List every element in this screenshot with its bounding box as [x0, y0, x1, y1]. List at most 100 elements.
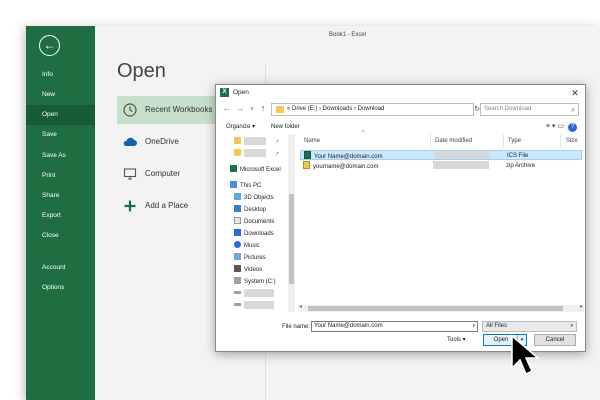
- column-header-size[interactable]: Size: [566, 134, 578, 148]
- tree-label: Documents: [244, 219, 275, 225]
- forward-arrow-icon[interactable]: →: [235, 103, 245, 113]
- view-options-icon[interactable]: ≡ ▾ ▭: [546, 123, 564, 130]
- close-icon[interactable]: ✕: [569, 86, 581, 101]
- dialog-titlebar: X Open ✕: [216, 85, 585, 100]
- nav-item-new[interactable]: New: [26, 85, 95, 105]
- view-options: ≡ ▾ ▭?: [546, 120, 577, 134]
- tools-menu[interactable]: Tools ▾: [447, 336, 466, 345]
- nav-item-options[interactable]: Options: [26, 278, 95, 298]
- place-recent-workbooks[interactable]: Recent Workbooks: [117, 96, 219, 124]
- nav-tree-item-pictures[interactable]: Pictures: [234, 252, 266, 264]
- place-label: Add a Place: [145, 201, 189, 210]
- help-icon[interactable]: ?: [568, 123, 577, 132]
- nav-tree-item-microsoft-excel[interactable]: Microsoft Excel: [230, 164, 281, 176]
- up-arrow-icon[interactable]: ↑: [258, 103, 268, 113]
- nav-item-share[interactable]: Share: [26, 186, 95, 206]
- tree-label: System (C:): [244, 279, 276, 285]
- file-type-filter[interactable]: All Files ▾: [482, 321, 577, 332]
- nav-tree-item-redacted[interactable]: [234, 300, 274, 312]
- column-header-type[interactable]: Type: [508, 134, 521, 148]
- file-name: yourname@domain.com: [313, 164, 379, 170]
- excel-icon: [230, 165, 237, 172]
- scroll-right-icon[interactable]: ▸: [580, 303, 583, 310]
- videos-icon: [234, 265, 241, 272]
- file-name-input[interactable]: Your Name@domain.com ▾: [311, 321, 478, 332]
- nav-item-save[interactable]: Save: [26, 125, 95, 145]
- tree-label: This PC: [240, 183, 262, 189]
- file-type: ICS File: [507, 153, 529, 159]
- pin-icon: ⭧: [275, 151, 279, 157]
- scrollbar-thumb[interactable]: [308, 306, 563, 311]
- address-row: ← → ∨ ↑ « Drive (E:) › Downloads › Downl…: [216, 102, 585, 118]
- mouse-cursor-icon: [511, 334, 541, 376]
- file-name-label: File name:: [282, 324, 311, 330]
- file-type: zip Archive: [506, 163, 536, 169]
- plus-icon: [124, 200, 136, 212]
- back-arrow-icon[interactable]: ←: [222, 103, 232, 113]
- nav-tree-item-downloads[interactable]: Downloads: [234, 228, 274, 240]
- pin-icon: ⭧: [275, 139, 279, 145]
- tree-label: Pictures: [244, 255, 266, 261]
- back-arrow-icon[interactable]: ←: [39, 35, 60, 56]
- file-list-scrollbar[interactable]: ◂ ▸: [298, 303, 584, 312]
- nav-tree-item-redacted[interactable]: [234, 288, 274, 300]
- nav-item-save-as[interactable]: Save As: [26, 146, 95, 166]
- search-box[interactable]: Search Download ⌕: [480, 103, 579, 116]
- organize-button[interactable]: Organize ▾: [226, 120, 255, 134]
- nav-item-open[interactable]: Open: [26, 105, 95, 125]
- open-file-dialog: X Open ✕ ← → ∨ ↑ « Drive (E:) › Download…: [215, 84, 586, 352]
- redacted-date: [434, 151, 490, 160]
- place-label: OneDrive: [145, 137, 179, 146]
- nav-tree-item-videos[interactable]: Videos: [234, 264, 262, 276]
- column-header-name[interactable]: Name: [304, 134, 320, 148]
- file-list: ^ Name Date modified Type Size Your Name…: [298, 130, 584, 310]
- tree-label: Downloads: [244, 231, 274, 237]
- ics-file-icon: [304, 151, 311, 159]
- clock-icon: [123, 103, 137, 117]
- recent-locations-chevron-icon[interactable]: ∨: [247, 105, 257, 112]
- nav-tree-item-redacted[interactable]: ⭧: [234, 136, 279, 148]
- nav-item-print[interactable]: Print: [26, 166, 95, 186]
- place-onedrive[interactable]: OneDrive: [117, 128, 219, 156]
- nav-tree-item-redacted[interactable]: ⭧: [234, 148, 279, 160]
- chevron-down-icon: ▾: [570, 323, 573, 329]
- nav-item-info[interactable]: Info: [26, 65, 95, 85]
- scroll-left-icon[interactable]: ◂: [299, 303, 302, 310]
- place-label: Computer: [145, 169, 181, 178]
- navigation-scrollbar[interactable]: [288, 134, 295, 312]
- chevron-down-icon[interactable]: ▾: [472, 322, 475, 331]
- redacted-label: [244, 301, 274, 310]
- tree-label: Videos: [244, 267, 263, 273]
- nav-tree-item-documents[interactable]: Documents: [234, 216, 274, 228]
- drive-icon: [234, 277, 241, 284]
- nav-tree-item-3d-objects[interactable]: 3D Objects: [234, 192, 274, 204]
- filter-value: All Files: [486, 323, 508, 329]
- column-header-date-modified[interactable]: Date modified: [435, 134, 472, 148]
- nav-item-export[interactable]: Export: [26, 206, 95, 226]
- address-bar[interactable]: « Drive (E:) › Downloads › Download: [271, 103, 474, 116]
- file-row[interactable]: yourname@domain.com zip Archive: [300, 161, 582, 171]
- file-row[interactable]: Your Name@domain.com ICS File: [300, 150, 582, 160]
- pictures-icon: [234, 253, 241, 260]
- nav-item-account[interactable]: Account: [26, 258, 95, 278]
- nav-tree-item-system-c[interactable]: System (C:): [234, 276, 276, 288]
- column-separator[interactable]: [430, 134, 431, 148]
- new-folder-button[interactable]: New folder: [271, 120, 300, 134]
- nav-item-close[interactable]: Close: [26, 226, 95, 246]
- scrollbar-thumb[interactable]: [289, 194, 294, 284]
- dialog-title: Open: [233, 89, 249, 96]
- file-name: Your Name@domain.com: [314, 154, 383, 160]
- place-computer[interactable]: Computer: [117, 160, 219, 188]
- nav-tree-item-desktop[interactable]: Desktop: [234, 204, 266, 216]
- nav-tree-item-this-pc[interactable]: This PC: [230, 180, 261, 192]
- document-icon: [234, 217, 241, 224]
- place-add-a-place[interactable]: Add a Place: [117, 192, 219, 220]
- drive-icon: [234, 291, 241, 294]
- backstage-sidebar: ← Info New Open Save Save As Print Share…: [26, 26, 95, 400]
- column-separator[interactable]: [560, 134, 561, 148]
- screenshot-root: Book1 - Excel ← Info New Open Save Save …: [0, 0, 600, 400]
- page-title: Open: [117, 60, 166, 82]
- column-separator[interactable]: [503, 134, 504, 148]
- nav-tree-item-music[interactable]: Music: [234, 240, 260, 252]
- cube-icon: [234, 193, 241, 200]
